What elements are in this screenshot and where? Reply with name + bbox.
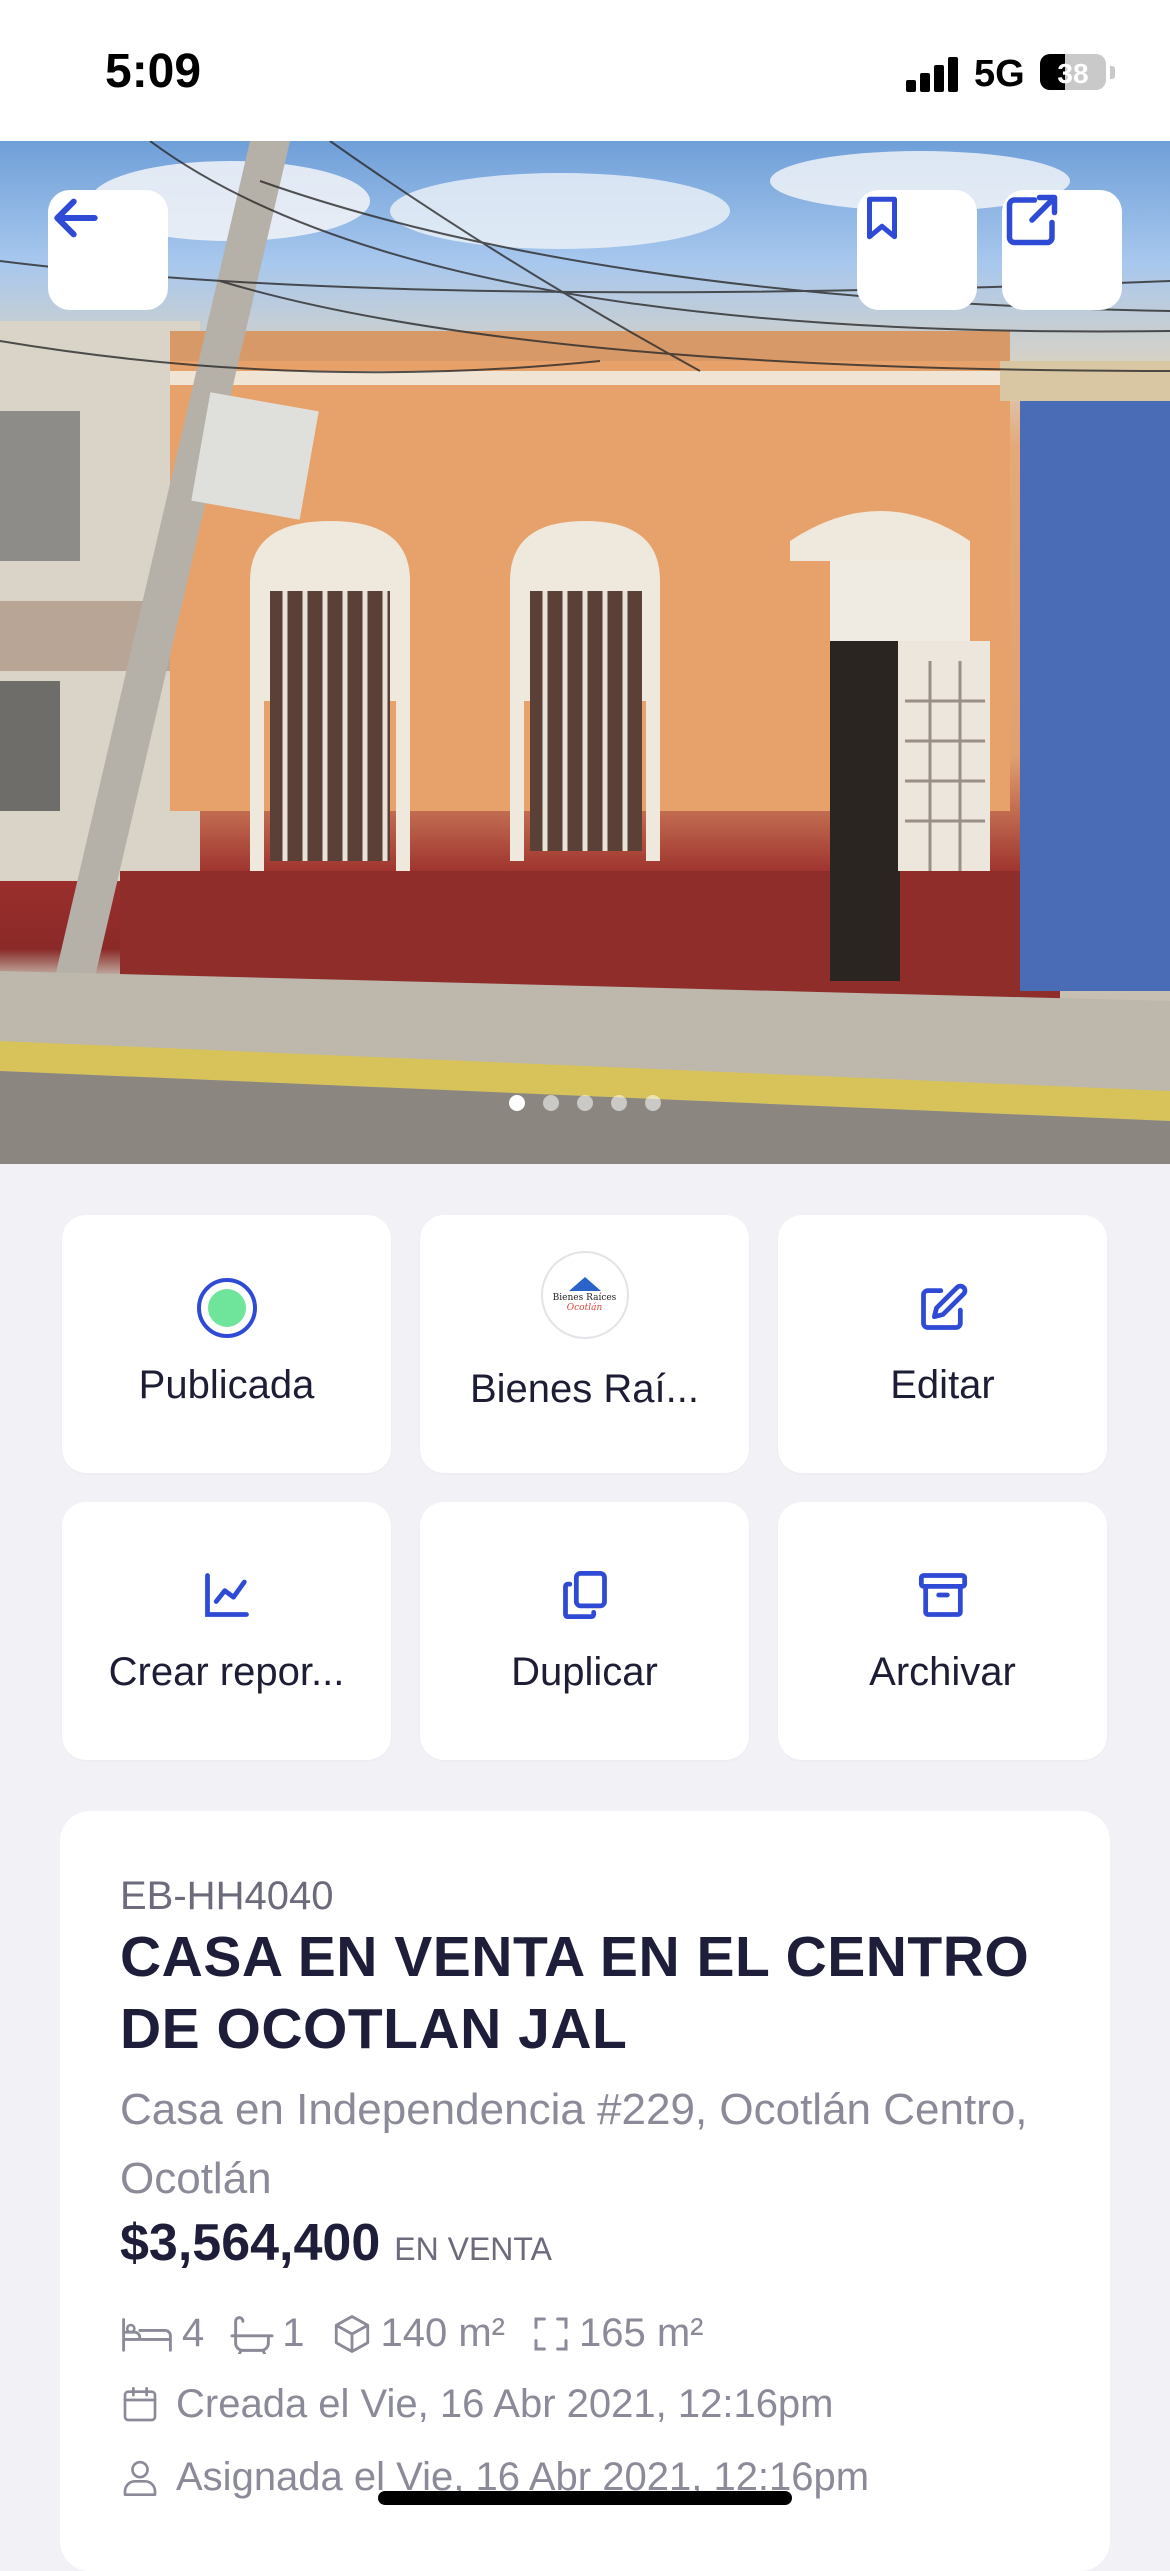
agency-logo: Bienes Raíces Ocotlán — [540, 1251, 629, 1339]
photo-pagination[interactable] — [0, 1095, 1170, 1111]
battery-percent: 38 — [1057, 58, 1089, 89]
share-icon — [1006, 194, 1058, 246]
construction-area: 140 m² — [380, 2311, 506, 2355]
bedrooms-feature: 4 — [120, 2311, 204, 2356]
property-features: 4 1 140 m² 165 m² — [120, 2311, 730, 2356]
duplicate-button[interactable]: Duplicar — [420, 1502, 749, 1760]
archive-button[interactable]: Archivar — [778, 1502, 1107, 1760]
create-report-label: Crear repor... — [108, 1650, 345, 1694]
property-price: $3,564,400 — [120, 2214, 381, 2272]
network-label: 5G — [974, 53, 1025, 95]
created-date-row: Creada el Vie, 16 Abr 2021, 12:16pm — [120, 2382, 834, 2427]
bathrooms-feature: 1 — [230, 2311, 305, 2356]
chart-icon — [204, 1573, 249, 1617]
bookmark-button[interactable] — [857, 190, 977, 310]
property-address: Casa en Independencia #229, Ocotlán Cent… — [120, 2085, 1028, 2203]
cube-icon — [331, 2313, 373, 2355]
house-facade-illustration — [0, 141, 1170, 1164]
construction-feature: 140 m² — [331, 2311, 506, 2356]
calendar-icon — [120, 2384, 160, 2426]
pagination-dot[interactable] — [611, 1095, 627, 1111]
lot-feature: 165 m² — [531, 2311, 704, 2356]
pagination-dot[interactable] — [543, 1095, 559, 1111]
edit-icon — [920, 1283, 967, 1330]
property-title: CASA EN VENTA EN EL CENTRO DE OCOTLAN JA… — [120, 1925, 1030, 2061]
user-icon — [120, 2457, 160, 2499]
logo-roof-icon — [568, 1277, 601, 1291]
lot-area: 165 m² — [579, 2311, 704, 2355]
back-arrow-icon — [54, 198, 98, 238]
created-date: Creada el Vie, 16 Abr 2021, 12:16pm — [176, 2382, 834, 2426]
status-dot-icon — [196, 1278, 257, 1338]
bookmark-icon — [867, 196, 897, 240]
archive-icon — [918, 1573, 967, 1617]
signal-icon — [906, 56, 962, 92]
share-button[interactable] — [1002, 190, 1122, 310]
pagination-dot[interactable] — [577, 1095, 593, 1111]
battery-cap — [1110, 66, 1115, 79]
bedrooms-count: 4 — [182, 2311, 205, 2355]
status-time: 5:09 — [105, 45, 202, 98]
agency-button[interactable]: Bienes Raíces Ocotlán Bienes Raí... — [420, 1215, 749, 1473]
property-code: EB-HH4040 — [120, 1874, 334, 1918]
back-button[interactable] — [48, 190, 168, 310]
status-label: Publicada — [138, 1363, 315, 1407]
bathrooms-count: 1 — [282, 2311, 305, 2355]
property-photo[interactable] — [0, 141, 1170, 1164]
agency-logo-text: Bienes Raíces — [552, 1293, 617, 1303]
home-indicator[interactable] — [378, 2491, 792, 2505]
status-published-button[interactable]: Publicada — [62, 1215, 391, 1473]
bed-icon — [120, 2314, 174, 2354]
status-bar: 5:09 5G 38 — [0, 0, 1170, 141]
duplicate-icon — [562, 1570, 607, 1620]
duplicate-label: Duplicar — [511, 1650, 658, 1694]
edit-button[interactable]: Editar — [778, 1215, 1107, 1473]
bathtub-icon — [230, 2314, 274, 2354]
agency-label: Bienes Raí... — [469, 1367, 699, 1411]
edit-label: Editar — [890, 1363, 995, 1407]
lot-size-icon — [531, 2314, 571, 2354]
price-row: $3,564,400 EN VENTA — [120, 2213, 552, 2273]
operation-type: EN VENTA — [394, 2231, 552, 2267]
property-info-card: EB-HH4040 CASA EN VENTA EN EL CENTRO DE … — [60, 1811, 1110, 2571]
create-report-button[interactable]: Crear repor... — [62, 1502, 391, 1760]
archive-label: Archivar — [869, 1650, 1016, 1694]
agency-logo-subtext: Ocotlán — [566, 1303, 603, 1313]
pagination-dot[interactable] — [509, 1095, 525, 1111]
pagination-dot[interactable] — [645, 1095, 661, 1111]
battery-icon: 38 — [1040, 54, 1106, 90]
